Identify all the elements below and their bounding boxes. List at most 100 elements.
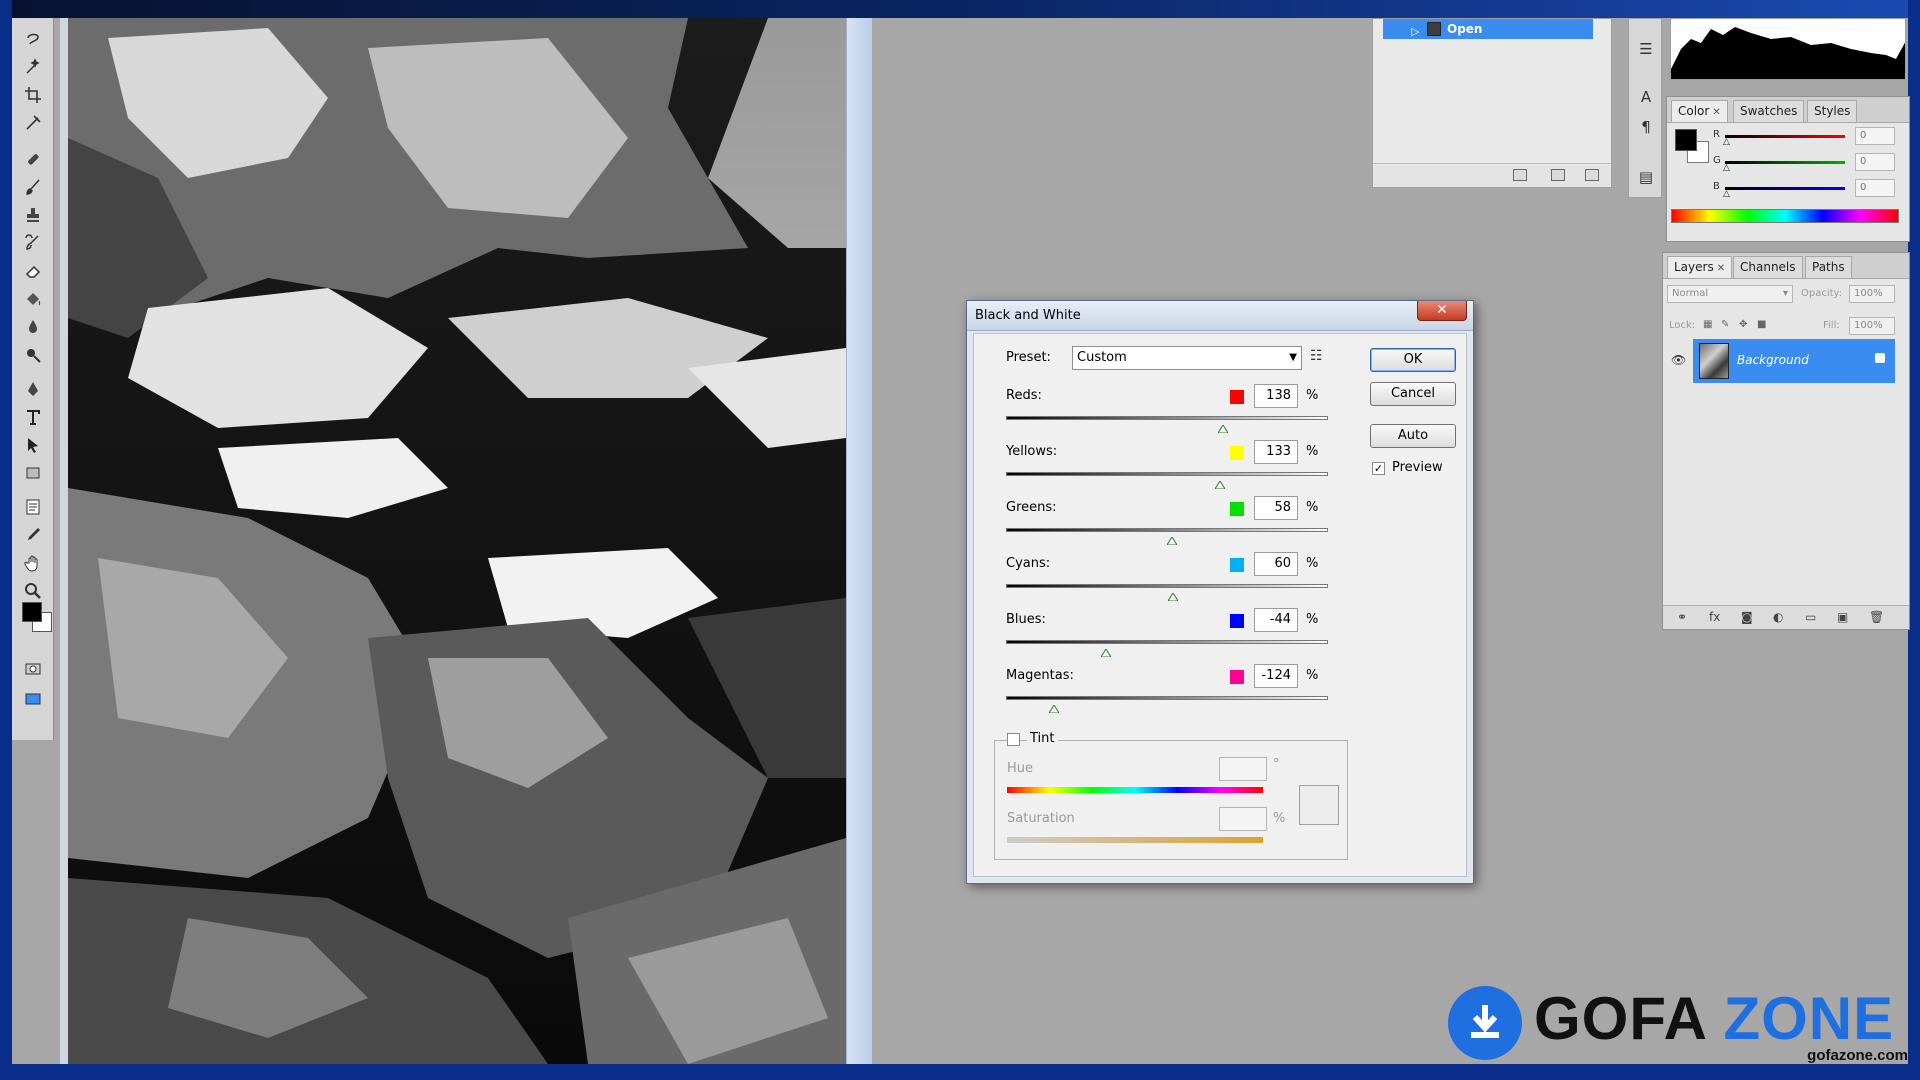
tab-paths[interactable]: Paths — [1805, 256, 1852, 278]
slider-thumb-icon[interactable]: △ — [1723, 137, 1730, 147]
rectangle-tool-icon[interactable] — [20, 462, 46, 484]
slider-thumb-icon[interactable]: △ — [1723, 163, 1730, 173]
auto-button[interactable]: Auto — [1370, 424, 1456, 448]
slider-thumb-icon[interactable]: △ — [1723, 189, 1730, 199]
preset-select[interactable]: Custom ▼ — [1072, 346, 1302, 370]
lock-pixels-icon[interactable]: ✎ — [1721, 319, 1729, 330]
adjustment-layer-icon[interactable]: ◐ — [1773, 610, 1783, 624]
history-state-open[interactable]: ▷ Open — [1383, 19, 1593, 39]
tab-swatches[interactable]: Swatches — [1733, 100, 1805, 122]
screen-mode-icon[interactable] — [20, 688, 46, 710]
layer-background[interactable]: Background — [1693, 339, 1895, 383]
notes-tool-icon[interactable] — [20, 496, 46, 518]
zoom-tool-icon[interactable] — [20, 580, 46, 602]
slider-thumb-icon[interactable] — [1099, 646, 1112, 658]
slider-value-field[interactable]: 138 — [1254, 384, 1298, 408]
slider-thumb-icon[interactable] — [1167, 590, 1180, 602]
slider-value-field[interactable]: -124 — [1254, 664, 1298, 688]
layer-mask-icon[interactable]: ◙ — [1741, 610, 1753, 624]
tab-layers[interactable]: Layers ✕ — [1667, 256, 1733, 278]
lasso-tool-icon[interactable] — [20, 28, 46, 50]
slider-track[interactable] — [1006, 528, 1328, 532]
cancel-button[interactable]: Cancel — [1370, 382, 1456, 406]
paint-bucket-tool-icon[interactable] — [20, 288, 46, 310]
new-snapshot-icon[interactable] — [1551, 169, 1565, 181]
hue-slider[interactable] — [1007, 787, 1263, 793]
close-button[interactable]: ✕ — [1417, 301, 1467, 321]
channel-slider[interactable] — [1725, 135, 1845, 138]
eraser-tool-icon[interactable] — [20, 260, 46, 282]
slider-track[interactable] — [1006, 472, 1328, 476]
trash-icon[interactable] — [1585, 169, 1599, 181]
saturation-field[interactable] — [1219, 807, 1267, 831]
fill-field[interactable]: 100% — [1849, 317, 1895, 335]
channel-value[interactable]: 0 — [1855, 127, 1895, 145]
document-canvas[interactable] — [68, 18, 846, 1064]
slider-value-field[interactable]: -44 — [1254, 608, 1298, 632]
magic-wand-tool-icon[interactable] — [20, 56, 46, 78]
slider-thumb-icon[interactable] — [1214, 478, 1227, 490]
color-spectrum-bar[interactable] — [1671, 209, 1899, 223]
slider-thumb-icon[interactable] — [1165, 534, 1178, 546]
layer-style-icon[interactable]: fx — [1709, 610, 1720, 624]
channel-value[interactable]: 0 — [1855, 179, 1895, 197]
hue-field[interactable] — [1219, 757, 1267, 781]
clone-stamp-tool-icon[interactable] — [20, 204, 46, 226]
channel-value[interactable]: 0 — [1855, 153, 1895, 171]
preview-checkbox[interactable]: ✓ — [1372, 462, 1385, 475]
foreground-color-chip[interactable] — [1675, 129, 1697, 151]
dialog-title-bar[interactable]: Black and White ✕ — [967, 301, 1473, 331]
channel-slider[interactable] — [1725, 161, 1845, 164]
layer-comps-icon[interactable]: ▤ — [1636, 167, 1656, 187]
close-icon[interactable]: ✕ — [1712, 107, 1720, 118]
document-scrollbar[interactable] — [846, 18, 872, 1064]
channel-slider[interactable] — [1725, 187, 1845, 190]
lock-position-icon[interactable]: ✥ — [1739, 319, 1747, 330]
hand-tool-icon[interactable] — [20, 552, 46, 574]
opacity-field[interactable]: 100% — [1849, 285, 1895, 303]
new-group-icon[interactable]: ▭ — [1805, 610, 1816, 624]
tab-styles[interactable]: Styles — [1807, 100, 1858, 122]
eye-visibility-icon[interactable]: 👁 — [1671, 353, 1686, 367]
blur-tool-icon[interactable] — [20, 316, 46, 338]
tab-color[interactable]: Color ✕ — [1671, 100, 1728, 122]
crop-tool-icon[interactable] — [20, 84, 46, 106]
brush-tool-icon[interactable] — [20, 176, 46, 198]
slider-track[interactable] — [1006, 584, 1328, 588]
preset-options-icon[interactable]: ☷ — [1310, 348, 1323, 364]
slider-track[interactable] — [1006, 696, 1328, 700]
new-document-from-state-icon[interactable] — [1513, 169, 1527, 181]
saturation-slider[interactable] — [1007, 837, 1263, 843]
pen-tool-icon[interactable] — [20, 378, 46, 400]
dodge-tool-icon[interactable] — [20, 344, 46, 366]
ok-button[interactable]: OK — [1370, 348, 1456, 372]
quick-mask-icon[interactable] — [20, 658, 46, 680]
slider-thumb-icon[interactable] — [1048, 702, 1061, 714]
healing-brush-tool-icon[interactable] — [20, 148, 46, 170]
history-panel-icon[interactable]: ☰ — [1636, 39, 1656, 59]
trash-icon[interactable]: 🗑 — [1869, 610, 1884, 624]
tint-checkbox[interactable] — [1007, 733, 1020, 746]
tab-channels[interactable]: Channels — [1733, 256, 1803, 278]
close-icon[interactable]: ✕ — [1717, 263, 1725, 274]
history-brush-tool-icon[interactable] — [20, 232, 46, 254]
slider-track[interactable] — [1006, 640, 1328, 644]
slider-value-field[interactable]: 133 — [1254, 440, 1298, 464]
slider-track[interactable] — [1006, 416, 1328, 420]
new-layer-icon[interactable]: ▣ — [1837, 610, 1848, 624]
link-layers-icon[interactable]: ⚭ — [1677, 610, 1687, 624]
lock-all-icon[interactable]: ■ — [1757, 319, 1766, 330]
blend-mode-select[interactable]: Normal ▾ — [1667, 285, 1793, 303]
slider-value-field[interactable]: 60 — [1254, 552, 1298, 576]
layer-thumbnail — [1699, 343, 1729, 379]
slider-thumb-icon[interactable] — [1217, 422, 1230, 434]
character-panel-icon[interactable]: A — [1636, 87, 1656, 107]
paragraph-panel-icon[interactable]: ¶ — [1636, 117, 1656, 137]
eyedropper-tool-icon[interactable] — [20, 524, 46, 546]
slider-value-field[interactable]: 58 — [1254, 496, 1298, 520]
slice-tool-icon[interactable] — [20, 112, 46, 134]
lock-transparency-icon[interactable]: ▦ — [1703, 319, 1712, 330]
type-tool-icon[interactable] — [20, 406, 46, 428]
path-selection-tool-icon[interactable] — [20, 434, 46, 456]
foreground-color-swatch[interactable] — [22, 602, 42, 622]
